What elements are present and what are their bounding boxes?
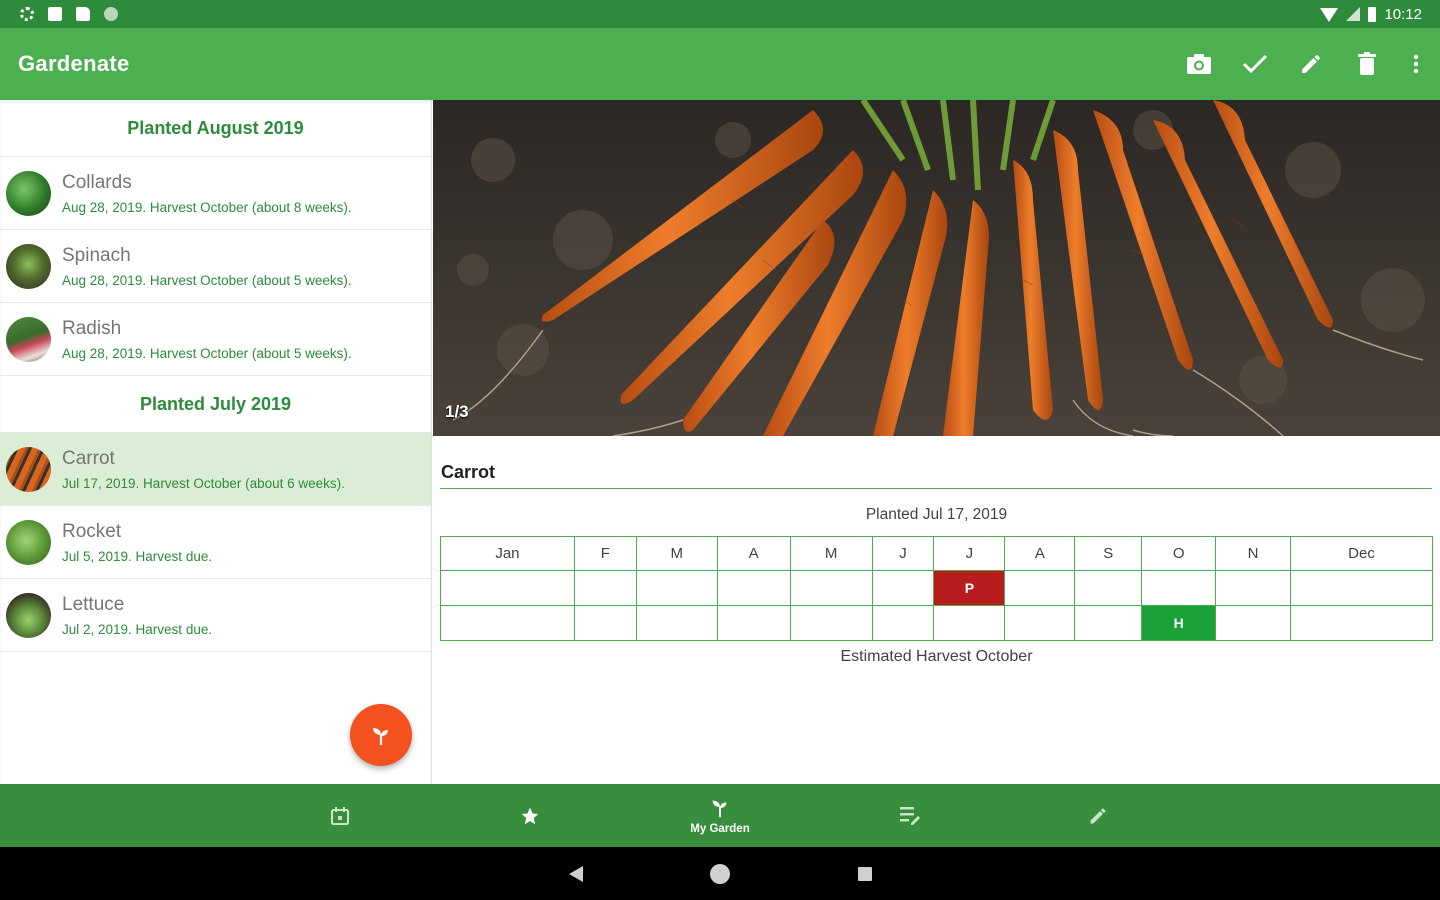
harvest-marker: H xyxy=(1142,606,1216,640)
star-icon xyxy=(521,807,539,824)
sprout-icon xyxy=(373,728,388,745)
month-header: N xyxy=(1215,536,1292,571)
plant-title: Carrot xyxy=(441,462,496,482)
back-triangle-icon xyxy=(569,866,583,882)
plant-name: Lettuce xyxy=(62,593,125,615)
nav-favorites[interactable] xyxy=(490,784,570,847)
title-divider xyxy=(440,488,1432,489)
home-circle-icon xyxy=(710,864,730,884)
month-header: J xyxy=(871,536,935,571)
month-header: M xyxy=(635,536,718,571)
plant-name: Collards xyxy=(62,171,132,193)
nav-my-garden-label: My Garden xyxy=(690,822,750,835)
nav-calendar[interactable] xyxy=(300,784,380,847)
battery-icon xyxy=(1368,6,1377,22)
nav-my-garden[interactable]: My Garden xyxy=(680,784,760,847)
plant-dates: Jul 17, 2019. Harvest October (about 6 w… xyxy=(62,475,345,491)
edit-icon xyxy=(1302,55,1320,73)
confirm-button[interactable] xyxy=(1242,51,1268,77)
app-notification-icon xyxy=(48,7,62,21)
plant-dates: Aug 28, 2019. Harvest October (about 8 w… xyxy=(62,199,352,215)
plant-thumbnail xyxy=(6,592,51,638)
list-item-collards[interactable]: Collards Aug 28, 2019. Harvest October (… xyxy=(0,157,431,230)
plant-dates: Aug 28, 2019. Harvest October (about 5 w… xyxy=(62,345,352,361)
edit-button[interactable] xyxy=(1298,51,1324,77)
planted-date-label: Planted Jul 17, 2019 xyxy=(865,506,1008,523)
month-header: Dec xyxy=(1290,536,1433,571)
wifi-icon xyxy=(1320,8,1339,22)
app-bar: Gardenate xyxy=(0,28,1440,100)
plant-thumbnail xyxy=(6,316,51,362)
month-header: J xyxy=(933,536,1006,571)
app-title: Gardenate xyxy=(18,51,130,76)
section-header-august: Planted August 2019 xyxy=(0,100,431,157)
month-header: O xyxy=(1141,536,1217,571)
notes-icon xyxy=(900,806,920,825)
system-home-button[interactable] xyxy=(709,863,731,890)
pencil-icon xyxy=(1090,808,1106,823)
nav-notes[interactable] xyxy=(870,784,950,847)
plant-name: Rocket xyxy=(62,520,122,542)
plant-dates: Jul 2, 2019. Harvest due. xyxy=(62,621,213,637)
harvest-estimate-label: Estimated Harvest October xyxy=(840,648,1033,665)
status-bar: 10:12 xyxy=(0,0,1440,28)
dot-notification-icon xyxy=(104,7,118,21)
plant-dates: Aug 28, 2019. Harvest October (about 5 w… xyxy=(62,272,352,288)
calendar-month-row: Jan F M A M J J A S O N Dec xyxy=(440,536,1433,571)
delete-button[interactable] xyxy=(1354,51,1380,77)
list-item-spinach[interactable]: Spinach Aug 28, 2019. Harvest October (a… xyxy=(0,230,431,303)
camera-button[interactable] xyxy=(1186,51,1212,77)
plant-thumbnail xyxy=(6,446,51,492)
add-planting-fab[interactable] xyxy=(350,704,412,766)
list-item-radish[interactable]: Radish Aug 28, 2019. Harvest October (ab… xyxy=(0,303,431,376)
list-item-carrot[interactable]: Carrot Jul 17, 2019. Harvest October (ab… xyxy=(0,433,431,506)
more-vert-icon xyxy=(1413,54,1419,74)
sd-card-icon xyxy=(76,7,90,21)
overflow-menu-button[interactable] xyxy=(1410,51,1422,77)
plant-thumbnail xyxy=(6,170,51,216)
plant-thumbnail xyxy=(6,243,51,289)
section-header-july: Planted July 2019 xyxy=(0,376,431,433)
month-header: Jan xyxy=(440,536,575,571)
plant-thumbnail xyxy=(6,519,51,565)
carrots-photo xyxy=(433,100,1440,436)
delete-icon xyxy=(1358,52,1376,75)
month-header: A xyxy=(716,536,791,571)
photo-counter: 1/3 xyxy=(445,402,469,421)
system-navigation-bar xyxy=(0,847,1440,900)
check-icon xyxy=(1242,54,1268,74)
plant-name: Spinach xyxy=(62,244,131,266)
month-header: M xyxy=(789,536,873,571)
month-header: A xyxy=(1004,536,1076,571)
calendar-plant-row: P xyxy=(440,570,1433,606)
month-header: F xyxy=(573,536,637,571)
system-back-button[interactable] xyxy=(568,865,584,888)
month-header: S xyxy=(1074,536,1143,571)
plant-dates: Jul 5, 2019. Harvest due. xyxy=(62,548,213,564)
calendar-harvest-row: H xyxy=(440,605,1433,641)
bottom-navigation: My Garden xyxy=(0,784,1440,847)
clock: 10:12 xyxy=(1384,5,1422,23)
plant-photo[interactable]: 1/3 xyxy=(433,100,1440,436)
system-recents-button[interactable] xyxy=(857,866,873,887)
settings-notification-icon xyxy=(20,7,34,21)
planting-calendar: Jan F M A M J J A S O N Dec P H xyxy=(440,536,1433,641)
recents-square-icon xyxy=(858,867,872,881)
plant-name: Carrot xyxy=(62,447,115,469)
list-item-rocket[interactable]: Rocket Jul 5, 2019. Harvest due. xyxy=(0,506,431,579)
plant-marker: P xyxy=(934,571,1005,605)
calendar-icon xyxy=(331,806,349,825)
plant-name: Radish xyxy=(62,317,122,339)
nav-edit[interactable] xyxy=(1058,784,1138,847)
toolbar-actions xyxy=(1186,51,1422,77)
list-item-lettuce[interactable]: Lettuce Jul 2, 2019. Harvest due. xyxy=(0,579,431,652)
sprout-icon xyxy=(712,800,727,817)
camera-icon xyxy=(1187,54,1211,74)
notification-icons xyxy=(20,7,118,21)
signal-icon xyxy=(1346,7,1361,21)
planting-detail: 1/3 Carrot Planted Jul 17, 2019 Jan F M … xyxy=(433,100,1440,784)
system-status: 10:12 xyxy=(1320,6,1422,23)
planting-list: Planted August 2019 Collards Aug 28, 201… xyxy=(0,100,432,784)
